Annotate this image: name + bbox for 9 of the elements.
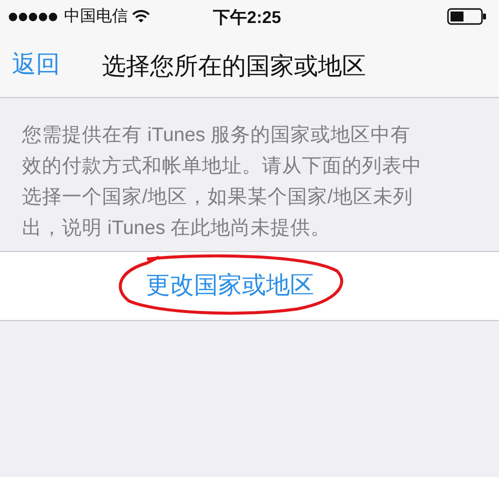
carrier-name: 中国电信 — [64, 6, 128, 26]
description-text: 您需提供在有 iTunes 服务的国家或地区中有 效的付款方式和帐单地址。请从下面的列表中 选择一个国家/地区，如果某个国家/地区未列 出，说明 iTunes 在此地尚未提供。 — [22, 123, 423, 241]
wifi-icon — [132, 10, 150, 23]
status-time: 下午2:25 — [213, 7, 282, 29]
nav-title: 选择您所在的国家或地区 — [102, 52, 366, 82]
back-button[interactable]: 返回 — [12, 47, 60, 83]
signal-icon — [8, 12, 58, 22]
battery-icon — [447, 8, 487, 25]
change-country-button[interactable]: 更改国家或地区 — [146, 268, 314, 304]
